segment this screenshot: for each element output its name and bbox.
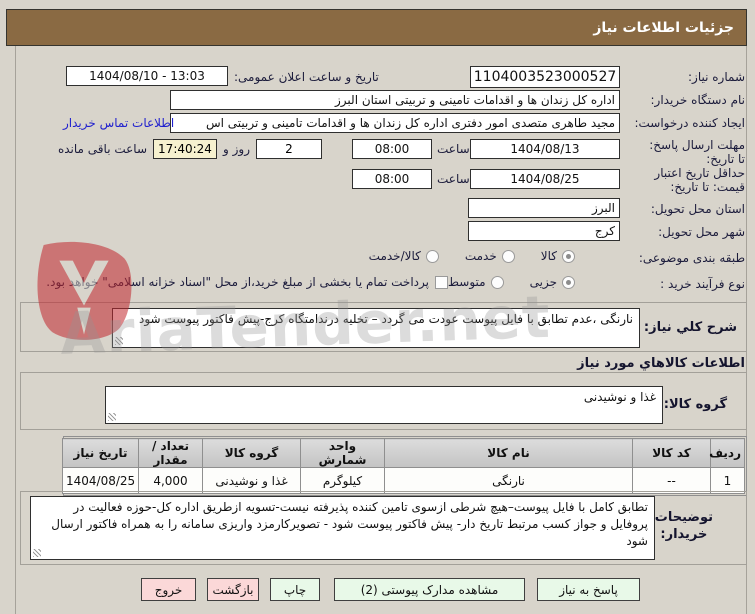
col-unit: واحد شمارش xyxy=(300,438,385,468)
announce-datetime-label: تاریخ و ساعت اعلان عمومی: xyxy=(234,70,379,84)
buyer-notes-textarea[interactable]: تطابق کامل با فایل پیوست–هیچ شرطی ازسوی … xyxy=(30,496,655,560)
table-row: 1 -- نارنگی کیلوگرم غذا و نوشیدنی 4,000 … xyxy=(62,467,745,494)
goods-group-textarea[interactable]: غذا و نوشیدنی xyxy=(105,386,663,424)
radio-partial[interactable]: جزیی xyxy=(530,275,575,289)
cell-quantity: 4,000 xyxy=(138,467,203,494)
col-goods-name: نام کالا xyxy=(384,438,633,468)
window-titlebar: جزئیات اطلاعات نیاز xyxy=(6,9,747,46)
view-attachments-button[interactable]: مشاهده مدارک پیوستی (2) xyxy=(334,578,525,601)
need-number-label: شماره نیاز: xyxy=(688,70,745,84)
goods-section-title: اطلاعات كالاهاي مورد نياز xyxy=(577,356,745,371)
goods-table-panel: ردیف کد کالا نام کالا واحد شمارش گروه کا… xyxy=(62,436,747,496)
process-type-label: نوع فرآیند خرید : xyxy=(660,277,745,291)
time-remaining-widget: 2 روز و 17:40:24 ساعت باقی مانده xyxy=(58,139,322,159)
page-title: جزئیات اطلاعات نیاز xyxy=(593,19,734,36)
radio-goods-service-icon[interactable] xyxy=(425,249,439,263)
response-deadline-date-field[interactable]: 1404/08/13 xyxy=(470,139,620,159)
response-deadline-label: مهلت ارسال پاسخ: تا تاریخ: xyxy=(649,138,745,166)
remaining-time-field: 17:40:24 xyxy=(153,139,217,159)
remaining-days-label: روز و xyxy=(223,142,250,156)
remaining-days-field[interactable]: 2 xyxy=(256,139,322,159)
cell-need-date: 1404/08/25 xyxy=(62,467,139,494)
announce-datetime-field[interactable]: 1404/08/10 - 13:03 xyxy=(66,66,228,86)
need-description-label: شرح كلي نياز: xyxy=(643,320,737,335)
goods-table: ردیف کد کالا نام کالا واحد شمارش گروه کا… xyxy=(62,438,745,494)
col-need-date: تاریخ نیاز xyxy=(62,438,139,468)
cell-unit: کیلوگرم xyxy=(300,467,385,494)
col-goods-group: گروه کالا xyxy=(202,438,301,468)
process-type-group: جزیی متوسط xyxy=(448,275,575,289)
col-goods-code: کد کالا xyxy=(632,438,711,468)
cell-row-number: 1 xyxy=(710,467,745,494)
price-validity-hour-label: ساعت xyxy=(437,172,470,186)
response-deadline-time-field[interactable]: 08:00 xyxy=(352,139,432,159)
delivery-city-label: شهر محل تحویل: xyxy=(658,225,745,239)
radio-goods-service[interactable]: کالا/خدمت xyxy=(369,249,439,263)
radio-medium-icon[interactable] xyxy=(490,275,504,289)
price-validity-time-field[interactable]: 08:00 xyxy=(352,169,432,189)
response-deadline-hour-label: ساعت xyxy=(437,142,470,156)
buyer-notes-label: توضیحات خریدار: xyxy=(654,510,713,542)
request-creator-field[interactable]: مجید طاهری متصدی امور دفتری اداره کل زند… xyxy=(170,113,620,133)
buyer-org-label: نام دستگاه خریدار: xyxy=(650,93,746,107)
subject-class-group: کالا خدمت کالا/خدمت xyxy=(369,249,575,263)
need-details-window: جزئیات اطلاعات نیاز شماره نیاز: 11040035… xyxy=(0,0,755,614)
radio-medium[interactable]: متوسط xyxy=(448,275,504,289)
need-number-field[interactable]: 1104003523000527 xyxy=(470,66,620,88)
exit-button[interactable]: خروج xyxy=(141,578,196,601)
col-quantity: تعداد / مقدار xyxy=(138,438,203,468)
delivery-city-field[interactable]: کرج xyxy=(468,221,620,241)
treasury-checkbox[interactable] xyxy=(435,275,448,289)
treasury-checkbox-row: پرداخت تمام یا بخشی از مبلغ خرید،از محل … xyxy=(46,275,448,289)
delivery-province-field[interactable]: البرز xyxy=(468,198,620,218)
price-validity-label: حداقل تاریخ اعتبار قیمت: تا تاریخ: xyxy=(654,166,745,194)
price-validity-date-field[interactable]: 1404/08/25 xyxy=(470,169,620,189)
buyer-contact-link[interactable]: اطلاعات تماس خریدار xyxy=(63,116,174,130)
delivery-province-label: استان محل تحویل: xyxy=(650,202,745,216)
back-button[interactable]: بازگشت xyxy=(207,578,259,601)
radio-goods[interactable]: کالا xyxy=(541,249,575,263)
request-creator-label: ایجاد کننده درخواست: xyxy=(634,116,745,130)
cell-goods-name: نارنگی xyxy=(384,467,633,494)
cell-goods-group: غذا و نوشیدنی xyxy=(202,467,301,494)
buyer-org-field[interactable]: اداره کل زندان ها و اقدامات تامینی و ترب… xyxy=(170,90,620,110)
print-button[interactable]: چاپ xyxy=(270,578,320,601)
subject-class-label: طبقه بندی موضوعی: xyxy=(638,251,745,265)
need-description-textarea[interactable]: نارنگی ،عدم تطابق با فایل پیوست عودت می … xyxy=(112,308,640,348)
radio-partial-icon[interactable] xyxy=(562,275,575,289)
respond-button[interactable]: پاسخ به نیاز xyxy=(537,578,640,601)
radio-service[interactable]: خدمت xyxy=(465,249,515,263)
cell-goods-code: -- xyxy=(632,467,711,494)
goods-group-label: گروه كالا: xyxy=(663,397,727,412)
treasury-checkbox-label: پرداخت تمام یا بخشی از مبلغ خرید،از محل … xyxy=(46,275,429,289)
radio-goods-icon[interactable] xyxy=(562,249,575,263)
radio-service-icon[interactable] xyxy=(501,249,515,263)
remaining-suffix-label: ساعت باقی مانده xyxy=(57,142,147,156)
goods-table-header-row: ردیف کد کالا نام کالا واحد شمارش گروه کا… xyxy=(62,438,745,468)
col-row-number: ردیف xyxy=(709,438,745,468)
